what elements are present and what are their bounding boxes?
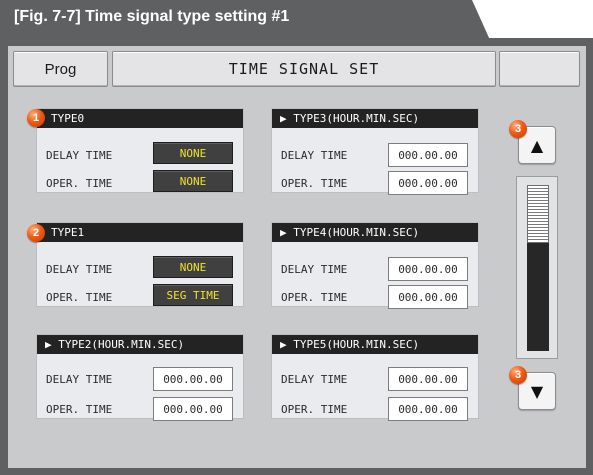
scroll-track[interactable] (516, 176, 558, 359)
page-title: TIME SIGNAL SET (112, 51, 496, 87)
figure-caption: [Fig. 7-7] Time signal type setting #1 (14, 8, 290, 25)
prog-button[interactable]: Prog (13, 51, 108, 87)
type3-oper-label: OPER. TIME (281, 177, 348, 190)
type3-delay-label: DELAY TIME (281, 149, 348, 162)
type0-oper-label: OPER. TIME (46, 177, 113, 190)
type0-delay-label: DELAY TIME (46, 149, 113, 162)
type1-oper-value[interactable]: SEG TIME (153, 284, 233, 306)
type5-oper-field[interactable]: 000.00.00 (388, 397, 468, 421)
type1-oper-label: OPER. TIME (46, 291, 113, 304)
type5-delay-label: DELAY TIME (281, 373, 348, 386)
type4-oper-field[interactable]: 000.00.00 (388, 285, 468, 309)
callout-badge-1: 1 (27, 109, 45, 127)
type4-oper-label: OPER. TIME (281, 291, 348, 304)
type2-group: ▶ TYPE2(HOUR.MIN.SEC) DELAY TIME 000.00.… (36, 334, 244, 421)
type4-group: ▶ TYPE4(HOUR.MIN.SEC) DELAY TIME 000.00.… (271, 222, 479, 309)
type2-oper-label: OPER. TIME (46, 403, 113, 416)
type0-title: TYPE0 (37, 109, 243, 128)
type1-delay-value[interactable]: NONE (153, 256, 233, 278)
down-arrow-icon: ▼ (530, 381, 544, 401)
type4-delay-label: DELAY TIME (281, 263, 348, 276)
callout-badge-2: 2 (27, 224, 45, 242)
callout-badge-3-top: 3 (509, 120, 527, 138)
type5-group: ▶ TYPE5(HOUR.MIN.SEC) DELAY TIME 000.00.… (271, 334, 479, 421)
type1-title: TYPE1 (37, 223, 243, 242)
scroll-thumb[interactable] (527, 185, 549, 243)
type5-delay-field[interactable]: 000.00.00 (388, 367, 468, 391)
type3-title: ▶ TYPE3(HOUR.MIN.SEC) (272, 109, 478, 128)
type5-title: ▶ TYPE5(HOUR.MIN.SEC) (272, 335, 478, 354)
type0-delay-value[interactable]: NONE (153, 142, 233, 164)
type1-delay-label: DELAY TIME (46, 263, 113, 276)
type3-group: ▶ TYPE3(HOUR.MIN.SEC) DELAY TIME 000.00.… (271, 108, 479, 195)
callout-badge-3-bottom: 3 (509, 366, 527, 384)
type2-title: ▶ TYPE2(HOUR.MIN.SEC) (37, 335, 243, 354)
type2-delay-label: DELAY TIME (46, 373, 113, 386)
type3-delay-field[interactable]: 000.00.00 (388, 143, 468, 167)
type4-delay-field[interactable]: 000.00.00 (388, 257, 468, 281)
type2-delay-field[interactable]: 000.00.00 (153, 367, 233, 391)
type3-oper-field[interactable]: 000.00.00 (388, 171, 468, 195)
up-arrow-icon: ▲ (530, 135, 544, 155)
type5-oper-label: OPER. TIME (281, 403, 348, 416)
type4-title: ▶ TYPE4(HOUR.MIN.SEC) (272, 223, 478, 242)
blank-header-button[interactable] (499, 51, 580, 87)
type0-group: TYPE0 DELAY TIME NONE OPER. TIME NONE (36, 108, 244, 193)
type2-oper-field[interactable]: 000.00.00 (153, 397, 233, 421)
type0-oper-value[interactable]: NONE (153, 170, 233, 192)
type1-group: TYPE1 DELAY TIME NONE OPER. TIME SEG TIM… (36, 222, 244, 307)
